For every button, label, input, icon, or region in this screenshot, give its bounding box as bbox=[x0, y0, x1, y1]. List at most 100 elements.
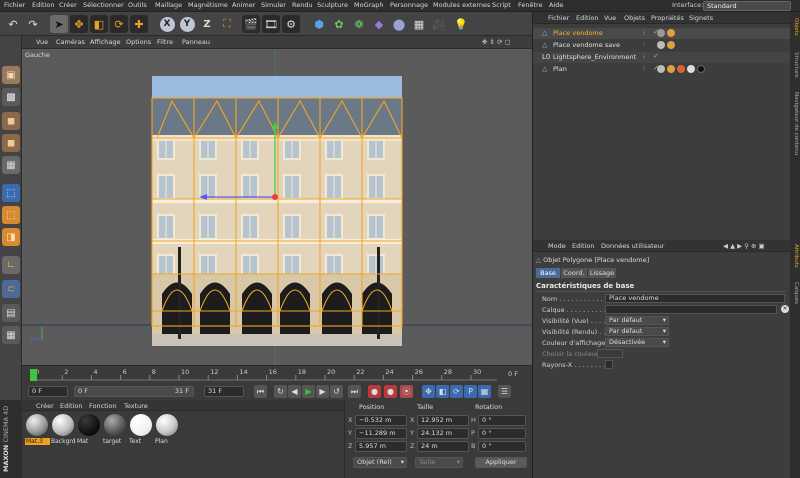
material-menu-fonction[interactable]: Fonction bbox=[89, 402, 117, 410]
menu-modules-externes[interactable]: Modules externes bbox=[433, 1, 490, 9]
redo-icon[interactable]: ↷ bbox=[24, 15, 42, 33]
points-mode-icon[interactable]: ⬚ bbox=[2, 184, 20, 202]
viewport-gauche[interactable]: Gauche bbox=[22, 49, 532, 365]
timeline[interactable]: 0 2 4 6 8 10 12 14 16 18 20 22 24 26 28 30 0 F bbox=[22, 365, 532, 382]
material-menu-creer[interactable]: Créer bbox=[36, 402, 54, 410]
object-row-plan[interactable]: △ Plan ⁝ ✓ bbox=[533, 64, 791, 75]
menu-mograph[interactable]: MoGraph bbox=[354, 1, 384, 9]
menu-outils[interactable]: Outils bbox=[128, 1, 147, 9]
viewport-menu-panneau[interactable]: Panneau bbox=[182, 38, 210, 46]
edges-mode-icon[interactable]: ⬚ bbox=[2, 206, 20, 224]
goto-start-icon[interactable]: ⏮ bbox=[254, 385, 267, 398]
undo-icon[interactable]: ↶ bbox=[4, 15, 22, 33]
viewport-canvas[interactable] bbox=[22, 49, 532, 365]
material-menu-edition[interactable]: Edition bbox=[60, 402, 83, 410]
next-frame-icon[interactable]: ▶ bbox=[316, 385, 329, 398]
apply-button[interactable]: Appliquer bbox=[475, 457, 527, 468]
menu-script[interactable]: Script bbox=[492, 1, 511, 9]
tab-coord[interactable]: Coord. bbox=[561, 268, 587, 278]
deformer-icon[interactable]: ◆ bbox=[370, 15, 388, 33]
phong-tag-icon[interactable] bbox=[667, 41, 675, 49]
material-text[interactable]: Text bbox=[129, 414, 154, 450]
xray-checkbox[interactable] bbox=[605, 360, 613, 369]
menu-sculpture[interactable]: Sculpture bbox=[317, 1, 348, 9]
timeline-menu-icon[interactable]: ☰ bbox=[498, 385, 511, 398]
visibility-view-select[interactable]: Par défaut ▾ bbox=[605, 316, 669, 325]
rot-b-field[interactable]: 0 ° bbox=[478, 441, 526, 452]
keyframe-selection-icon[interactable]: ⦿ bbox=[400, 385, 413, 398]
material-tag-icon[interactable] bbox=[657, 29, 665, 37]
snap-icon[interactable]: ⊂ bbox=[2, 280, 20, 298]
texture-tag-icon[interactable] bbox=[697, 65, 705, 73]
layer-clear-icon[interactable]: ✕ bbox=[781, 305, 789, 313]
om-menu-proprietes[interactable]: Propriétés bbox=[651, 14, 684, 22]
next-key-icon[interactable]: ↺ bbox=[330, 385, 343, 398]
attr-nav-icons[interactable]: ◀ ▲ ▶ ⚲ ⊕ ▣ bbox=[723, 242, 765, 250]
y-axis-button[interactable]: Y bbox=[178, 15, 196, 33]
record-key-icon[interactable]: ● bbox=[368, 385, 381, 398]
make-editable-icon[interactable]: ▣ bbox=[2, 66, 20, 84]
environment-icon[interactable]: ▦ bbox=[410, 15, 428, 33]
viewport-nav-icons[interactable]: ✥ ⇕ ⟳ ▢ bbox=[482, 38, 511, 46]
material-mat3[interactable]: Mat.3 bbox=[25, 414, 50, 450]
pla-key-icon[interactable]: ▦ bbox=[478, 385, 491, 398]
object-row-place-vendome-save[interactable]: △ Place vendome save ⁝ bbox=[533, 40, 791, 51]
param-key-icon[interactable]: P bbox=[464, 385, 477, 398]
attr-menu-edition[interactable]: Edition bbox=[572, 242, 595, 250]
texture-tag-icon[interactable] bbox=[677, 65, 685, 73]
coordinate-system-icon[interactable]: ⛶ bbox=[218, 15, 236, 33]
tab-objets[interactable]: Objets bbox=[791, 18, 799, 36]
scene-icon[interactable]: ⬤ bbox=[390, 15, 408, 33]
rot-h-field[interactable]: 0 ° bbox=[478, 415, 526, 426]
material-tag-icon[interactable] bbox=[657, 41, 665, 49]
pos-z-field[interactable]: 5.957 m bbox=[355, 441, 407, 452]
range-slider[interactable]: 0 F 31 F bbox=[74, 386, 194, 397]
menu-magnetisme[interactable]: Magnétisme bbox=[188, 1, 228, 9]
checker-icon[interactable]: ▩ bbox=[2, 88, 20, 106]
size-x-field[interactable]: 12.952 m bbox=[417, 415, 469, 426]
add-icon[interactable]: ✚ bbox=[130, 15, 148, 33]
tab-navigateur[interactable]: Navigateur de contenu bbox=[791, 92, 799, 155]
visibility-dots[interactable]: ⁝ bbox=[643, 53, 645, 61]
om-menu-edition[interactable]: Edition bbox=[576, 14, 599, 22]
tab-lissage[interactable]: Lissage bbox=[588, 268, 616, 278]
tab-calques[interactable]: Calques bbox=[791, 282, 799, 304]
rot-p-field[interactable]: 0 ° bbox=[478, 428, 526, 439]
axis-mode-icon[interactable]: ∟ bbox=[2, 256, 20, 274]
z-axis-button[interactable]: Z bbox=[198, 15, 216, 33]
scale-key-icon[interactable]: ◧ bbox=[436, 385, 449, 398]
material-backgrd[interactable]: Backgrd bbox=[51, 414, 76, 450]
material-mat[interactable]: Mat bbox=[77, 414, 102, 450]
menu-fenetre[interactable]: Fenêtre bbox=[518, 1, 543, 9]
goto-end-icon[interactable]: ⏭ bbox=[348, 385, 361, 398]
x-axis-button[interactable]: X bbox=[158, 15, 176, 33]
viewport-menu-vue[interactable]: Vue bbox=[36, 38, 48, 46]
menu-personnage[interactable]: Personnage bbox=[390, 1, 428, 9]
visibility-dots[interactable]: ⁝ bbox=[643, 29, 645, 37]
om-menu-vue[interactable]: Vue bbox=[604, 14, 616, 22]
om-menu-objets[interactable]: Objets bbox=[624, 14, 645, 22]
menu-selectionner[interactable]: Sélectionner bbox=[83, 1, 124, 9]
size-z-field[interactable]: 24 m bbox=[417, 441, 469, 452]
name-field[interactable]: Place vendome bbox=[605, 294, 785, 303]
render-view-icon[interactable]: 🎬 bbox=[242, 15, 260, 33]
texture-mode-icon[interactable]: ▦ bbox=[2, 156, 20, 174]
visibility-dots[interactable]: ⁝ bbox=[643, 41, 645, 49]
pos-x-field[interactable]: −0.532 m bbox=[355, 415, 407, 426]
menu-creer[interactable]: Créer bbox=[59, 1, 77, 9]
camera-icon[interactable]: 🎥 bbox=[430, 15, 448, 33]
viewport-menu-options[interactable]: Options bbox=[126, 38, 151, 46]
texture-tag-icon[interactable] bbox=[687, 65, 695, 73]
play-icon[interactable]: ▶ bbox=[302, 385, 315, 398]
viewport-menu-affichage[interactable]: Affichage bbox=[90, 38, 121, 46]
prev-frame-icon[interactable]: ◀ bbox=[288, 385, 301, 398]
menu-simuler[interactable]: Simuler bbox=[261, 1, 286, 9]
attr-menu-donnees[interactable]: Données utilisateur bbox=[601, 242, 664, 250]
subdivision-icon[interactable]: ✿ bbox=[330, 15, 348, 33]
color-swatch[interactable] bbox=[597, 349, 623, 358]
menu-edition[interactable]: Edition bbox=[32, 1, 55, 9]
timeline-ruler[interactable]: 0 2 4 6 8 10 12 14 16 18 20 22 24 26 28 30 bbox=[22, 366, 532, 383]
om-menu-signets[interactable]: Signets bbox=[689, 14, 713, 22]
tab-base[interactable]: Base bbox=[536, 268, 560, 278]
enabled-check-icon[interactable]: ✓ bbox=[653, 52, 659, 60]
